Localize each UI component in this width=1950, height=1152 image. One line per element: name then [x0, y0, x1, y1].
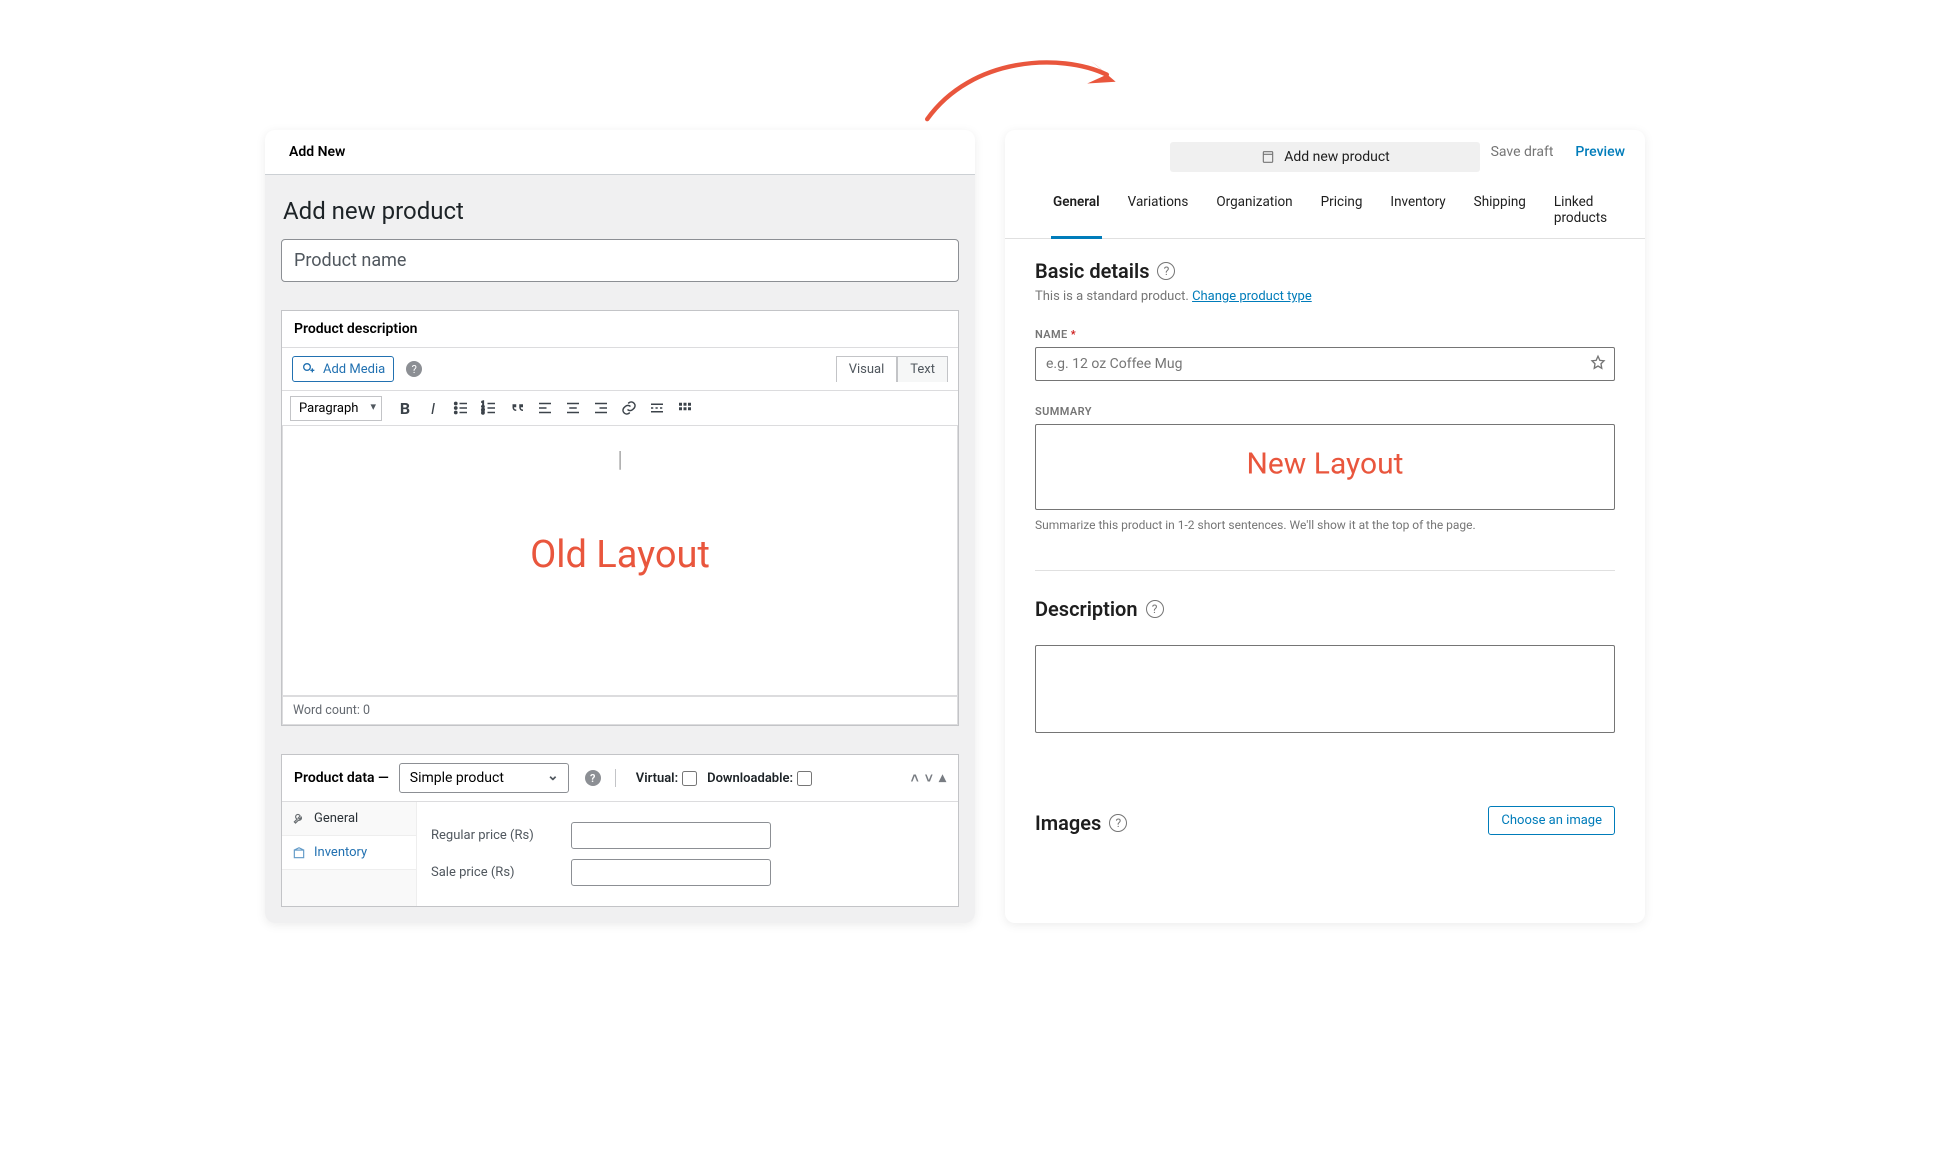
- word-count: Word count: 0: [282, 696, 958, 725]
- tab-variations[interactable]: Variations: [1126, 184, 1191, 238]
- align-left-icon[interactable]: [532, 395, 558, 421]
- bullet-list-icon[interactable]: [448, 395, 474, 421]
- link-icon[interactable]: [616, 395, 642, 421]
- tab-inventory[interactable]: Inventory: [282, 836, 416, 870]
- tab-inventory[interactable]: Inventory: [1388, 184, 1447, 238]
- numbered-list-icon[interactable]: 123: [476, 395, 502, 421]
- add-media-button[interactable]: Add Media: [292, 356, 394, 382]
- help-icon[interactable]: ?: [406, 361, 422, 377]
- tab-shipping[interactable]: Shipping: [1472, 184, 1528, 238]
- editor-tab-visual[interactable]: Visual: [836, 356, 898, 382]
- regular-price-input[interactable]: [571, 822, 771, 849]
- product-data-label: Product data —: [294, 770, 389, 786]
- collapse-icon[interactable]: ▴: [939, 770, 946, 787]
- summary-input[interactable]: New Layout: [1035, 424, 1615, 510]
- overlay-label-old: Old Layout: [530, 533, 710, 577]
- align-right-icon[interactable]: [588, 395, 614, 421]
- downloadable-checkbox[interactable]: [797, 771, 812, 786]
- read-more-icon[interactable]: [644, 395, 670, 421]
- help-icon[interactable]: ?: [1146, 600, 1164, 618]
- inventory-icon: [292, 846, 306, 860]
- help-icon[interactable]: ?: [585, 770, 601, 786]
- help-icon[interactable]: ?: [1109, 814, 1127, 832]
- separator: [615, 769, 616, 787]
- basic-details-subtitle: This is a standard product. Change produ…: [1035, 289, 1615, 304]
- svg-text:3: 3: [482, 410, 485, 416]
- new-layout-panel: Add new product Save draft Preview Gener…: [1005, 130, 1645, 923]
- product-type-select[interactable]: Simple product: [399, 763, 569, 793]
- toolbar-toggle-icon[interactable]: [672, 395, 698, 421]
- images-title: Images: [1035, 811, 1101, 835]
- title-chip-label: Add new product: [1284, 149, 1390, 165]
- virtual-flag[interactable]: Virtual:: [636, 771, 697, 786]
- choose-image-button[interactable]: Choose an image: [1488, 806, 1615, 835]
- divider: [1035, 570, 1615, 571]
- basic-details-title: Basic details: [1035, 259, 1149, 283]
- regular-price-label: Regular price (Rs): [431, 828, 551, 843]
- overlay-label-new: New Layout: [1247, 446, 1404, 481]
- transition-arrow: [905, 48, 1145, 128]
- wrench-icon: [292, 812, 306, 826]
- bold-icon[interactable]: B: [392, 395, 418, 421]
- virtual-checkbox[interactable]: [682, 771, 697, 786]
- move-up-icon[interactable]: ˄: [911, 770, 919, 787]
- description-title: Description: [1035, 597, 1138, 621]
- change-product-type-link[interactable]: Change product type: [1192, 289, 1312, 304]
- tab-general[interactable]: General: [1051, 184, 1102, 238]
- summary-helper: Summarize this product in 1-2 short sent…: [1035, 518, 1615, 532]
- product-name-input[interactable]: [281, 239, 959, 282]
- add-media-label: Add Media: [323, 362, 385, 377]
- align-center-icon[interactable]: [560, 395, 586, 421]
- product-data-box: Product data — Simple product ? Virtual:…: [281, 754, 959, 907]
- quote-icon[interactable]: [504, 395, 530, 421]
- editor-body[interactable]: | Old Layout: [282, 426, 958, 696]
- summary-field-label: SUMMARY: [1035, 405, 1615, 418]
- star-icon[interactable]: [1589, 354, 1607, 372]
- name-field-label: NAME *: [1035, 328, 1615, 341]
- tab-linked-products[interactable]: Linked products: [1552, 184, 1609, 238]
- tinymce-toolbar: Paragraph B I 123: [282, 390, 958, 426]
- document-icon: [1260, 149, 1276, 165]
- sale-price-label: Sale price (Rs): [431, 865, 551, 880]
- downloadable-flag[interactable]: Downloadable:: [707, 771, 812, 786]
- old-layout-panel: Add New Add new product Product descript…: [265, 130, 975, 923]
- italic-icon[interactable]: I: [420, 395, 446, 421]
- tab-general[interactable]: General: [282, 802, 416, 836]
- text-cursor: |: [618, 448, 623, 473]
- page-title: Add new product: [283, 197, 959, 225]
- paragraph-select[interactable]: Paragraph: [290, 396, 382, 421]
- product-title-chip[interactable]: Add new product: [1170, 142, 1480, 172]
- description-input[interactable]: [1035, 645, 1615, 733]
- product-name-input[interactable]: [1035, 347, 1615, 381]
- product-editor-tabs: General Variations Organization Pricing …: [1005, 184, 1645, 239]
- move-down-icon[interactable]: ˅: [925, 770, 933, 787]
- panel-breadcrumb: Add New: [265, 130, 975, 175]
- sale-price-input[interactable]: [571, 859, 771, 886]
- media-icon: [301, 361, 317, 377]
- preview-button[interactable]: Preview: [1575, 144, 1625, 160]
- tab-organization[interactable]: Organization: [1214, 184, 1294, 238]
- tab-pricing[interactable]: Pricing: [1319, 184, 1365, 238]
- product-description-box: Product description Add Media ? Visual: [281, 310, 959, 726]
- editor-tab-text[interactable]: Text: [897, 356, 948, 382]
- help-icon[interactable]: ?: [1157, 262, 1175, 280]
- save-draft-button[interactable]: Save draft: [1491, 144, 1554, 160]
- description-heading: Product description: [282, 311, 958, 348]
